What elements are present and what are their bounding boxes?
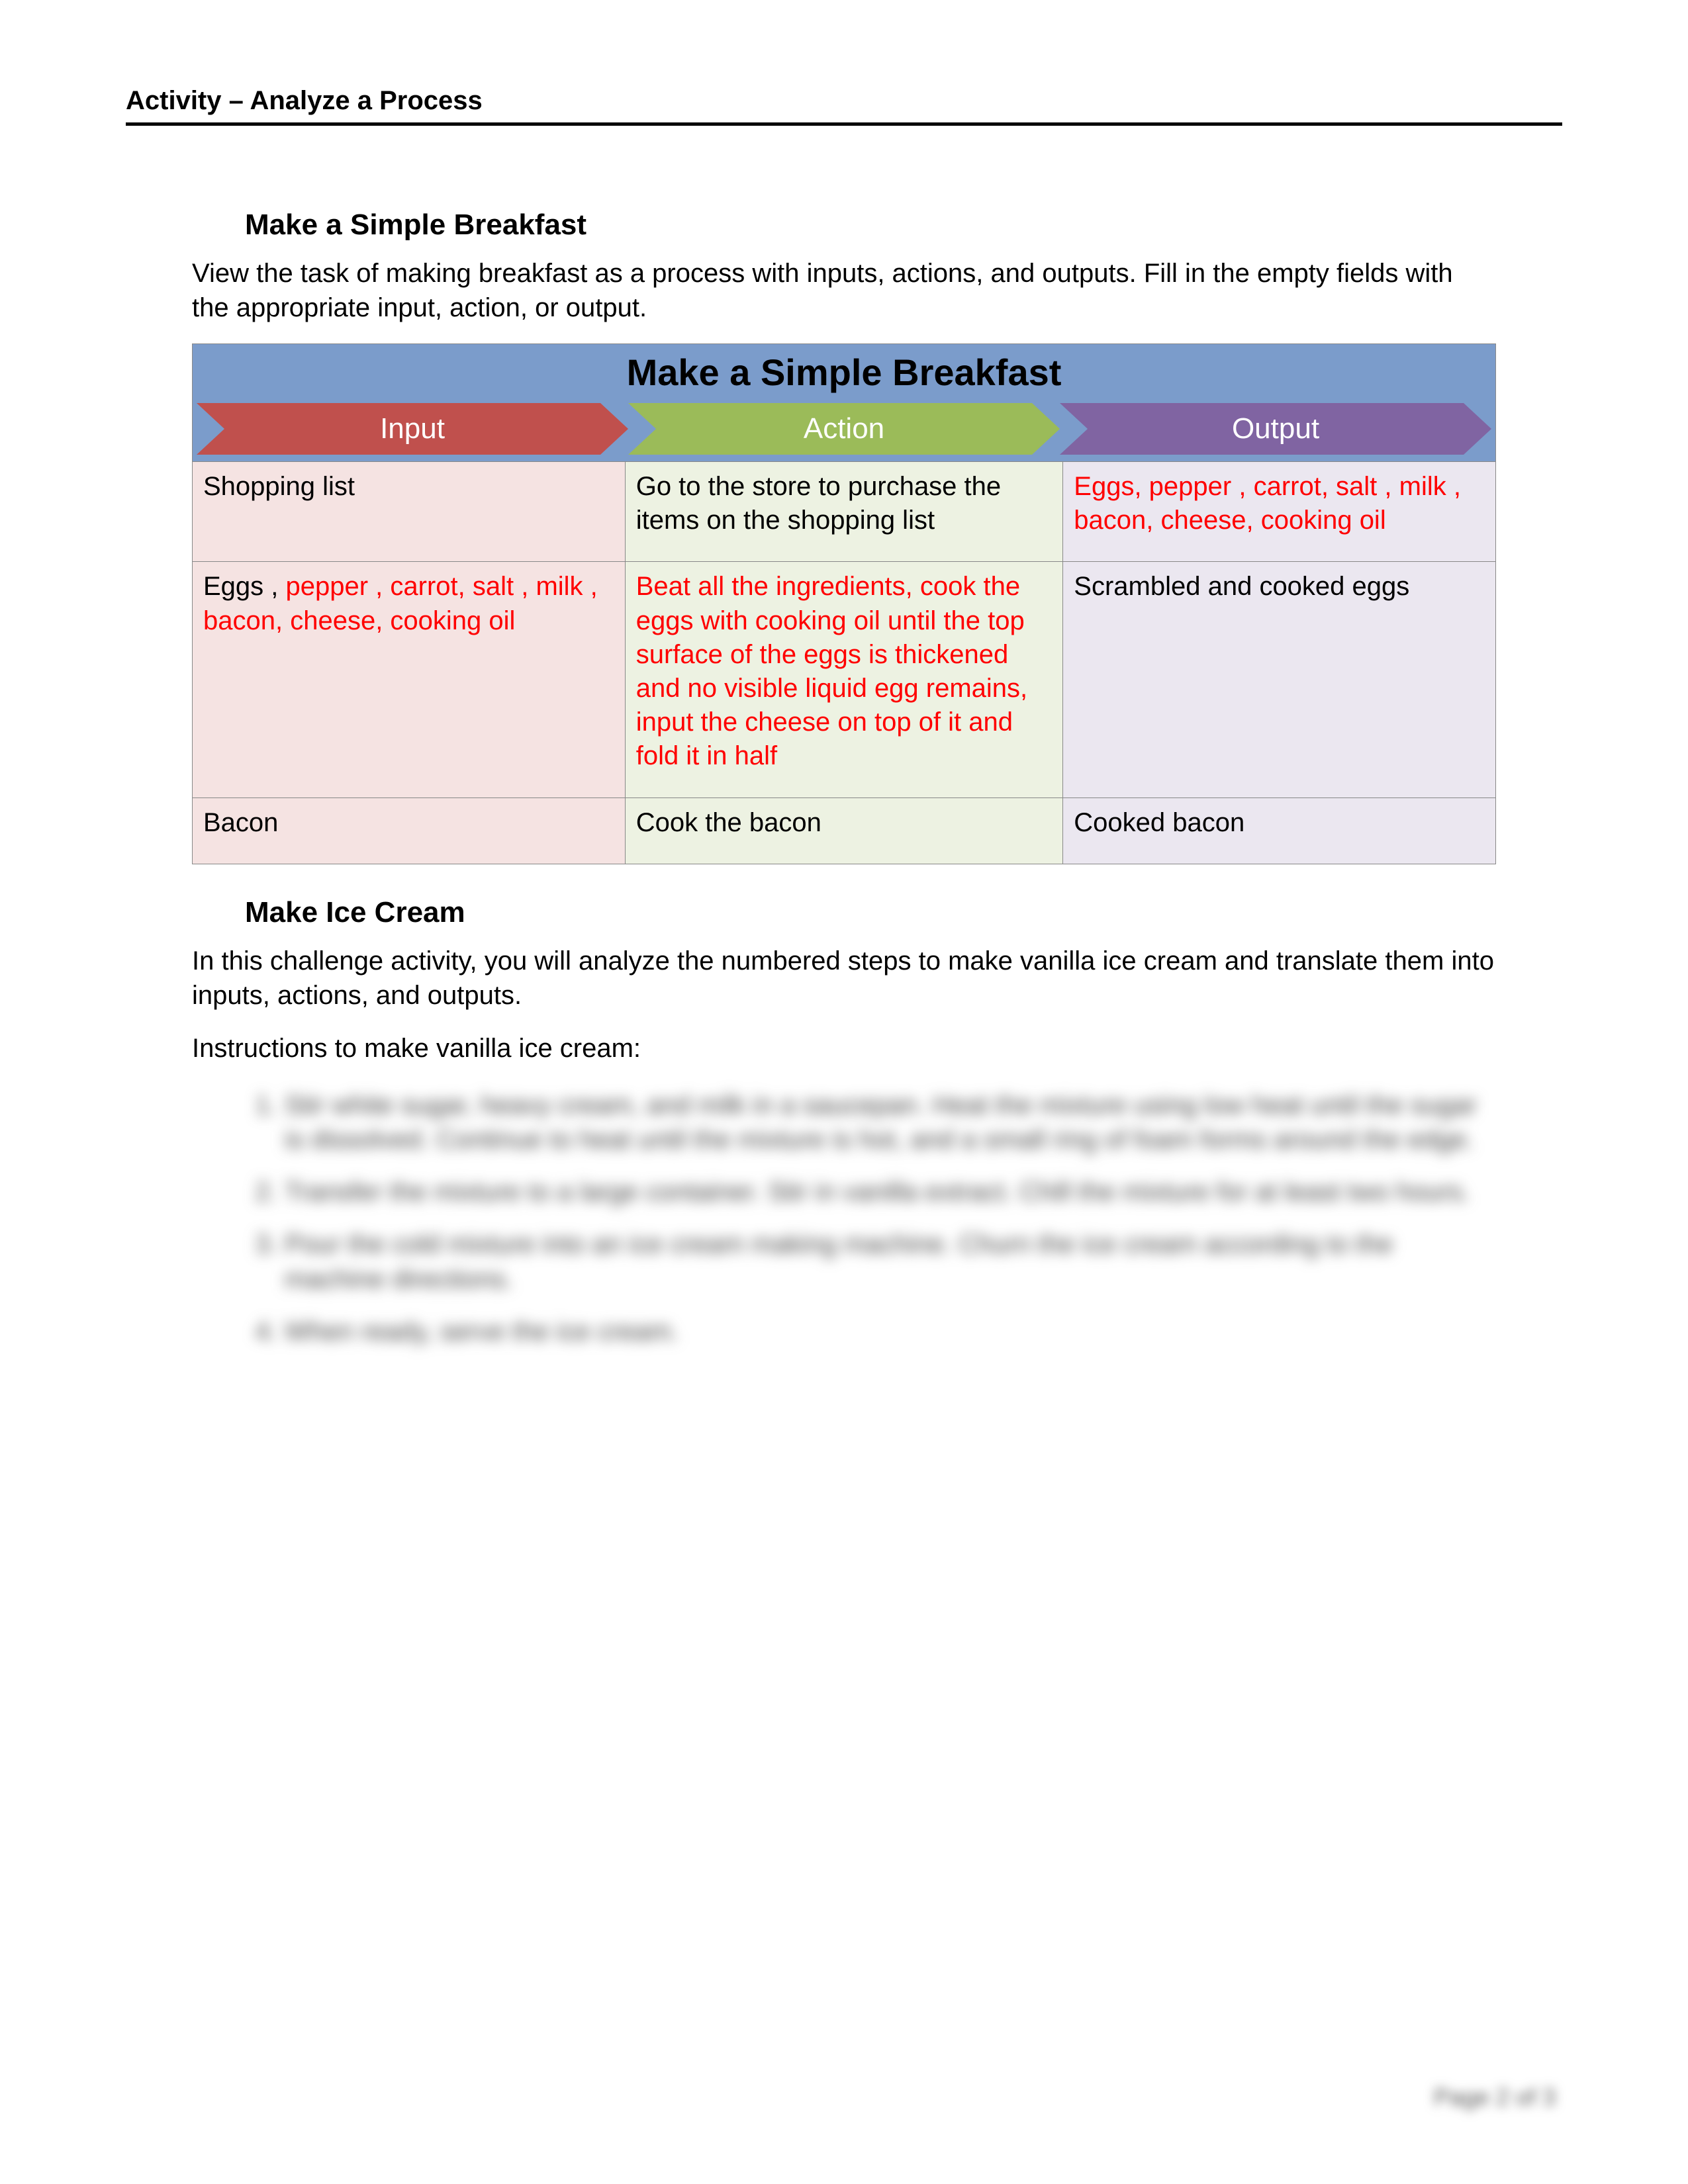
table-row: Shopping list Go to the store to purchas…: [193, 462, 1496, 562]
section1-title: Make a Simple Breakfast: [245, 208, 1496, 242]
cell-output-1: Eggs, pepper , carrot, salt , milk , bac…: [1063, 462, 1496, 562]
section2-steps: Stir white sugar, heavy cream, and milk …: [192, 1088, 1496, 1349]
column-header-output: Output: [1060, 403, 1491, 455]
cell-input-3: Bacon: [193, 797, 626, 864]
cell-text: Eggs, pepper , carrot, salt , milk , bac…: [1074, 472, 1461, 535]
column-header-output-label: Output: [1232, 412, 1319, 445]
process-table: Make a Simple Breakfast Input Action Out…: [192, 343, 1496, 864]
cell-output-2: Scrambled and cooked eggs: [1063, 562, 1496, 797]
list-item: Transfer the mixture to a large containe…: [285, 1175, 1496, 1210]
section1-intro: View the task of making breakfast as a p…: [192, 256, 1496, 325]
cell-text: Cooked bacon: [1074, 808, 1244, 837]
cell-text: Cook the bacon: [636, 808, 821, 837]
table-row: Eggs , pepper , carrot, salt , milk , ba…: [193, 562, 1496, 797]
table-row: Bacon Cook the bacon Cooked bacon: [193, 797, 1496, 864]
content-area: Make a Simple Breakfast View the task of…: [126, 208, 1562, 1349]
page-footer: Page 2 of 3: [1434, 2083, 1556, 2111]
table-arrow-header: Input Action Output: [193, 403, 1496, 462]
column-header-action-label: Action: [804, 412, 884, 445]
list-item: When ready, serve the ice cream.: [285, 1314, 1496, 1349]
cell-text: Shopping list: [203, 472, 355, 501]
cell-output-3: Cooked bacon: [1063, 797, 1496, 864]
list-item: Pour the cold mixture into an ice cream …: [285, 1227, 1496, 1297]
column-header-input-label: Input: [380, 412, 445, 445]
section2-title: Make Ice Cream: [245, 896, 1496, 929]
cell-action-2: Beat all the ingredients, cook the eggs …: [625, 562, 1063, 797]
cell-input-2: Eggs , pepper , carrot, salt , milk , ba…: [193, 562, 626, 797]
table-title: Make a Simple Breakfast: [193, 344, 1496, 404]
cell-text: Eggs ,: [203, 572, 286, 601]
list-item: Stir white sugar, heavy cream, and milk …: [285, 1088, 1496, 1158]
header-rule: [126, 122, 1562, 126]
column-header-action: Action: [628, 403, 1060, 455]
cell-action-1: Go to the store to purchase the items on…: [625, 462, 1063, 562]
document-page: Activity – Analyze a Process Make a Simp…: [0, 0, 1688, 2184]
page-header-title: Activity – Analyze a Process: [126, 86, 1562, 116]
cell-text: Scrambled and cooked eggs: [1074, 572, 1409, 601]
column-header-input: Input: [197, 403, 628, 455]
section2-para1: In this challenge activity, you will ana…: [192, 944, 1496, 1013]
cell-text: Beat all the ingredients, cook the eggs …: [636, 572, 1027, 770]
section2-para2: Instructions to make vanilla ice cream:: [192, 1031, 1496, 1066]
cell-input-1: Shopping list: [193, 462, 626, 562]
cell-action-3: Cook the bacon: [625, 797, 1063, 864]
cell-text: Go to the store to purchase the items on…: [636, 472, 1001, 535]
cell-text: Bacon: [203, 808, 278, 837]
